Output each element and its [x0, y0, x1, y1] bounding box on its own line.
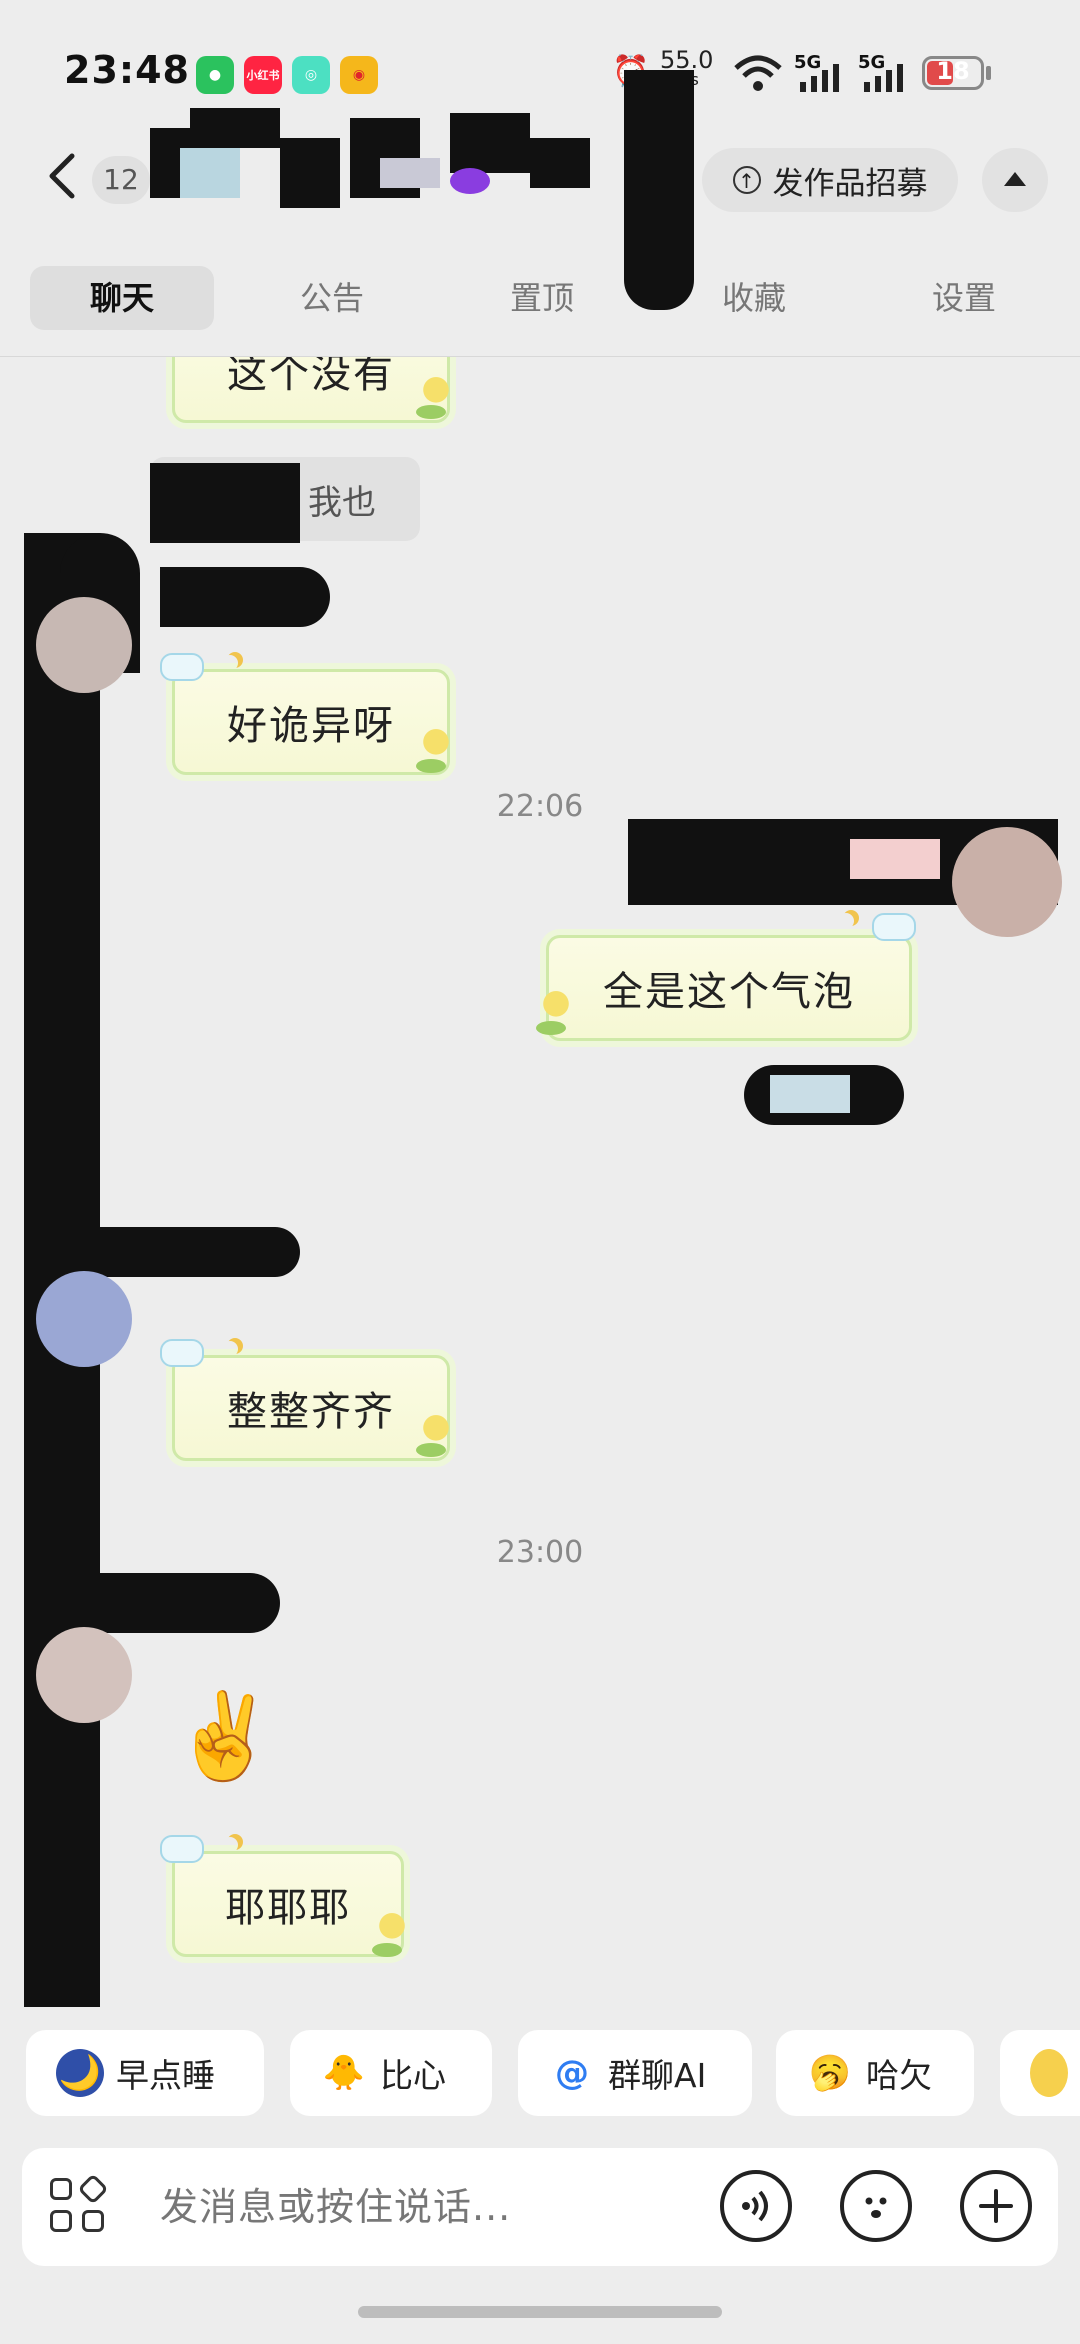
quick-reply-heart[interactable]: 🐥 比心 — [290, 2030, 492, 2116]
signal-icon-2: 5G — [858, 52, 903, 92]
message-text: 整整齐齐 — [227, 1389, 395, 1435]
wechat-icon: ● — [196, 56, 234, 94]
sprout-decoration — [416, 377, 456, 409]
leaf-decoration — [372, 1943, 402, 1957]
avatar[interactable] — [36, 1271, 132, 1367]
apps-grid-icon[interactable] — [50, 2173, 110, 2238]
status-time: 23:48 — [64, 48, 190, 92]
reaction-redacted — [770, 1075, 850, 1113]
home-indicator[interactable] — [358, 2306, 722, 2318]
tab-favorites[interactable]: 收藏 — [662, 266, 846, 330]
xiaohongshu-icon: 小红书 — [244, 56, 282, 94]
redacted-block — [150, 463, 300, 543]
moon-decoration — [222, 1837, 238, 1853]
soul-icon: ◎ — [292, 56, 330, 94]
cloud-decoration — [872, 913, 916, 941]
recruit-works-button[interactable]: ↑ 发作品招募 — [702, 148, 958, 212]
quick-reply-label: 哈欠 — [866, 2056, 932, 2095]
cloud-decoration — [160, 1339, 204, 1367]
back-button[interactable] — [44, 150, 84, 210]
quick-reply-sleep[interactable]: 🌙 早点睡 — [26, 2030, 264, 2116]
signal-icon-1: 5G — [794, 52, 839, 92]
unread-count-badge: 12 — [92, 156, 150, 204]
tab-announcement[interactable]: 公告 — [240, 266, 424, 330]
sender-name-redacted — [160, 567, 330, 627]
group-title-redacted — [150, 108, 600, 218]
message-text: 这个没有 — [227, 357, 395, 397]
sprout-decoration — [416, 1415, 456, 1447]
tab-pinned[interactable]: 置顶 — [450, 266, 634, 330]
avatar[interactable] — [36, 597, 132, 693]
message-bubble-own[interactable]: 全是这个气泡 — [546, 935, 912, 1041]
chevron-left-icon — [49, 153, 75, 199]
message-input[interactable]: 发消息或按住说话... — [160, 2176, 511, 2231]
sprout-decoration — [416, 729, 456, 761]
message-text: 耶耶耶 — [225, 1885, 351, 1931]
recruit-works-label: 发作品招募 — [772, 165, 928, 202]
cloud-decoration — [160, 653, 204, 681]
leaf-decoration — [416, 759, 446, 773]
message-bubble[interactable]: 整整齐齐 — [172, 1355, 450, 1461]
sender-name-redacted — [100, 1573, 280, 1633]
leaf-decoration — [536, 1021, 566, 1035]
at-sign-icon: @ — [555, 2053, 589, 2093]
message-bubble[interactable]: 耶耶耶 — [172, 1851, 404, 1957]
quick-reply-group-ai[interactable]: @ 群聊AI — [518, 2030, 752, 2116]
cloud-decoration — [160, 1835, 204, 1863]
avatar[interactable] — [952, 827, 1062, 937]
moon-sleep-icon: 🌙 — [56, 2049, 104, 2097]
sender-name-redacted — [100, 1227, 300, 1277]
plus-icon[interactable] — [960, 2170, 1032, 2242]
upload-circle-icon: ↑ — [732, 166, 761, 194]
sprout-decoration — [536, 991, 576, 1023]
timestamp: 22:06 — [496, 789, 584, 824]
chat-area[interactable]: 这个没有 我也 好诡异呀 全是这个气泡 22:06 整整齐齐 23:00 ✌️ … — [0, 357, 1080, 2007]
message-bubble[interactable]: 好诡异呀 — [172, 669, 450, 775]
quick-reply-label: 群聊AI — [608, 2056, 707, 2095]
quick-reply-yawn[interactable]: 🥱 哈欠 — [776, 2030, 974, 2116]
sprout-decoration — [372, 1913, 412, 1945]
battery-icon: 18 — [922, 56, 984, 90]
message-text: 我也 — [308, 482, 376, 523]
weibo-icon: ◉ — [340, 56, 378, 94]
quick-reply-label: 早点睡 — [116, 2056, 215, 2095]
leaf-decoration — [416, 1443, 446, 1457]
tab-chat[interactable]: 聊天 — [30, 266, 214, 330]
quick-reply-more[interactable] — [1000, 2030, 1080, 2116]
message-text: 好诡异呀 — [227, 703, 395, 749]
emoji-icon[interactable] — [840, 2170, 912, 2242]
sender-name-redacted — [850, 839, 940, 879]
duck-heart-icon: 🐥 — [322, 2053, 366, 2093]
battery-cap — [986, 66, 991, 80]
tab-settings[interactable]: 设置 — [872, 266, 1056, 330]
collapse-button[interactable] — [982, 148, 1048, 212]
moon-decoration — [222, 1341, 238, 1357]
redacted-block — [24, 533, 100, 2007]
timestamp: 23:00 — [496, 1535, 584, 1570]
message-text: 全是这个气泡 — [603, 969, 855, 1015]
leaf-decoration — [416, 405, 446, 419]
moon-decoration — [222, 655, 238, 671]
avatar[interactable] — [36, 1627, 132, 1723]
surprised-face-icon — [1030, 2049, 1068, 2097]
quick-reply-label: 比心 — [380, 2056, 446, 2095]
victory-hand-emoji[interactable]: ✌️ — [172, 1687, 277, 1786]
message-bubble[interactable]: 这个没有 — [172, 357, 450, 423]
yawn-face-icon: 🥱 — [808, 2053, 852, 2093]
moon-decoration — [838, 913, 854, 929]
wifi-icon — [732, 54, 784, 96]
voice-icon[interactable] — [720, 2170, 792, 2242]
